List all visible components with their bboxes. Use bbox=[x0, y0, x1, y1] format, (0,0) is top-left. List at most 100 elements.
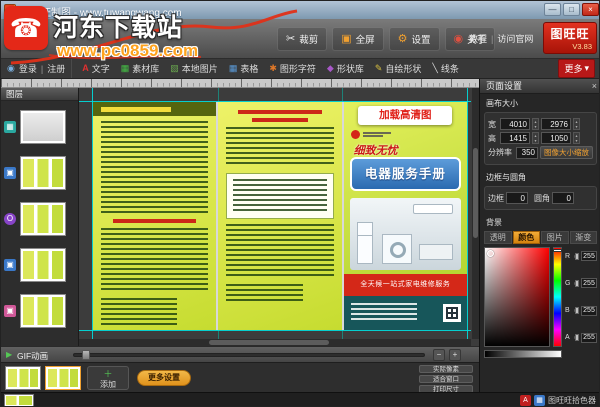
fullscreen-button[interactable]: ▣ 全屏 bbox=[332, 27, 383, 51]
frame-thumbnail-selected[interactable] bbox=[45, 366, 81, 390]
channel-row-a: A bbox=[565, 333, 597, 343]
minimize-button[interactable]: — bbox=[544, 3, 561, 16]
layer-thumbnail[interactable] bbox=[20, 294, 66, 328]
design-canvas[interactable]: 细致无忧 电器服务手册 全天候一站式家电维修服务 加载高清图 bbox=[79, 88, 479, 346]
channel-value[interactable] bbox=[581, 333, 597, 343]
horizontal-scrollbar[interactable] bbox=[79, 339, 471, 346]
height-mm-input[interactable] bbox=[500, 132, 530, 144]
slider-thumb[interactable] bbox=[575, 307, 579, 314]
gif-label: GIF动画 bbox=[17, 350, 48, 362]
more-button[interactable]: 更多 ▾ bbox=[558, 59, 595, 78]
local-image-button[interactable]: ▧ 本地图片 bbox=[170, 62, 218, 75]
channel-slider[interactable] bbox=[574, 309, 579, 312]
register-link[interactable]: 注册 bbox=[47, 62, 65, 75]
crop-button[interactable]: ✂ 裁剪 bbox=[277, 27, 327, 51]
saturation-square[interactable] bbox=[484, 247, 550, 347]
layer-row[interactable]: ▣ bbox=[1, 242, 79, 288]
layer-row[interactable]: O bbox=[1, 196, 79, 242]
channel-slider[interactable] bbox=[574, 282, 579, 285]
image-resize-button[interactable]: 图像大小缩放 bbox=[540, 146, 593, 159]
add-frame-button[interactable]: ＋ 添加 bbox=[87, 366, 129, 390]
timeline-slider[interactable] bbox=[73, 353, 425, 357]
maximize-button[interactable]: □ bbox=[563, 3, 580, 16]
timeline-handle[interactable] bbox=[82, 350, 90, 360]
actual-pixels-button[interactable]: 实际像素 bbox=[419, 365, 473, 373]
channel-value[interactable] bbox=[581, 306, 597, 316]
picker-grid-icon[interactable]: ▦ bbox=[534, 395, 545, 406]
layer-row[interactable]: ▦ bbox=[1, 104, 79, 150]
app-window: 图旺旺制图 - www.tuwangwang.com — □ × ✂ 裁剪 ▣ … bbox=[0, 0, 600, 407]
slider-thumb[interactable] bbox=[575, 334, 579, 341]
frame-thumbnail[interactable] bbox=[5, 366, 41, 390]
hue-cursor[interactable] bbox=[553, 249, 562, 252]
dpi-input[interactable] bbox=[516, 147, 538, 159]
brochure-artwork[interactable]: 细致无忧 电器服务手册 全天候一站式家电维修服务 加载高清图 bbox=[93, 102, 467, 330]
layer-row[interactable]: ▣ bbox=[1, 288, 79, 334]
text-icon: A bbox=[82, 64, 89, 73]
corner-input[interactable] bbox=[552, 192, 574, 204]
line-button[interactable]: ╲ 线条 bbox=[432, 62, 458, 75]
settings-button[interactable]: ⚙ 设置 bbox=[389, 27, 440, 51]
value-gradient-bar[interactable] bbox=[484, 350, 562, 358]
spinner[interactable]: ▴▾ bbox=[573, 132, 580, 144]
material-library-button[interactable]: ▦ 素材库 bbox=[121, 62, 160, 75]
close-button[interactable]: × bbox=[582, 3, 599, 16]
border-input[interactable] bbox=[506, 192, 528, 204]
width-mm-input[interactable] bbox=[500, 118, 530, 130]
page-mini-thumbnail[interactable] bbox=[4, 394, 34, 407]
layer-thumbnail[interactable] bbox=[20, 202, 66, 236]
brochure-panel-cover[interactable]: 细致无忧 电器服务手册 全天候一站式家电维修服务 加载高清图 bbox=[344, 102, 467, 330]
brochure-panel-middle[interactable] bbox=[218, 102, 341, 330]
shape-library-button[interactable]: ◆ 形状库 bbox=[327, 62, 364, 75]
channel-slider[interactable] bbox=[574, 336, 579, 339]
thumbnail-art bbox=[23, 113, 63, 141]
tab-transparent[interactable]: 透明 bbox=[484, 231, 512, 244]
channel-value[interactable] bbox=[581, 278, 597, 288]
fit-window-button[interactable]: 适合窗口 bbox=[419, 375, 473, 383]
tab-gradient[interactable]: 渐变 bbox=[570, 231, 598, 244]
layer-thumbnail[interactable] bbox=[20, 156, 66, 190]
official-site-link[interactable]: 访问官网 bbox=[497, 32, 533, 45]
page-settings-panel: 页面设置 × 画布大小 宽 ▴▾ ▴▾ 高 ▴▾ ▴▾ 分辨率 图像大 bbox=[479, 79, 600, 392]
width-px-input[interactable] bbox=[541, 118, 571, 130]
fullscreen-icon: ▣ bbox=[341, 34, 351, 45]
insert-text-button[interactable]: A 文字 bbox=[82, 62, 110, 75]
vertical-scrollbar[interactable] bbox=[472, 88, 479, 339]
tab-color[interactable]: 颜色 bbox=[513, 231, 541, 244]
more-settings-button[interactable]: 更多设置 bbox=[137, 370, 191, 386]
layer-row[interactable]: ▣ bbox=[1, 150, 79, 196]
hue-slider[interactable] bbox=[553, 247, 562, 347]
scrollbar-thumb[interactable] bbox=[473, 148, 478, 238]
slider-thumb[interactable] bbox=[575, 280, 579, 287]
layer-thumbnail[interactable] bbox=[20, 248, 66, 282]
body-text-placeholder bbox=[101, 298, 177, 326]
spinner[interactable]: ▴▾ bbox=[573, 118, 580, 130]
saturation-cursor[interactable] bbox=[487, 250, 494, 257]
color-picker-link[interactable]: 图旺旺拾色器 bbox=[548, 395, 596, 406]
zoom-out-icon[interactable]: − bbox=[433, 349, 445, 361]
layers-header: 图层 bbox=[1, 88, 78, 101]
picker-app-icon[interactable]: A bbox=[520, 395, 531, 406]
border-corner-box: 边框 圆角 bbox=[484, 186, 597, 210]
layer-thumbnail[interactable] bbox=[20, 110, 66, 144]
zoom-in-icon[interactable]: + bbox=[449, 349, 461, 361]
channel-value[interactable] bbox=[581, 251, 597, 261]
brochure-panel-left[interactable] bbox=[93, 102, 216, 330]
glyph-chars-button[interactable]: ✱ 图形字符 bbox=[269, 62, 316, 75]
tutorial-link[interactable]: 教程 bbox=[469, 32, 487, 45]
draw-shape-button[interactable]: ✎ 自绘形状 bbox=[375, 62, 422, 75]
channel-row-r: R bbox=[565, 251, 597, 261]
slider-thumb[interactable] bbox=[575, 253, 579, 260]
thumbnail-art bbox=[23, 205, 63, 233]
play-icon[interactable]: ▶ bbox=[6, 351, 12, 359]
table-button[interactable]: ▦ 表格 bbox=[229, 62, 259, 75]
login-link[interactable]: 登录 bbox=[19, 62, 37, 75]
spinner[interactable]: ▴▾ bbox=[532, 118, 539, 130]
asterisk-icon: ✱ bbox=[269, 64, 277, 73]
spinner[interactable]: ▴▾ bbox=[532, 132, 539, 144]
panel-close-icon[interactable]: × bbox=[592, 79, 597, 94]
scrollbar-thumb[interactable] bbox=[209, 340, 329, 345]
tab-image[interactable]: 图片 bbox=[541, 231, 569, 244]
channel-slider[interactable] bbox=[574, 255, 579, 258]
height-px-input[interactable] bbox=[541, 132, 571, 144]
